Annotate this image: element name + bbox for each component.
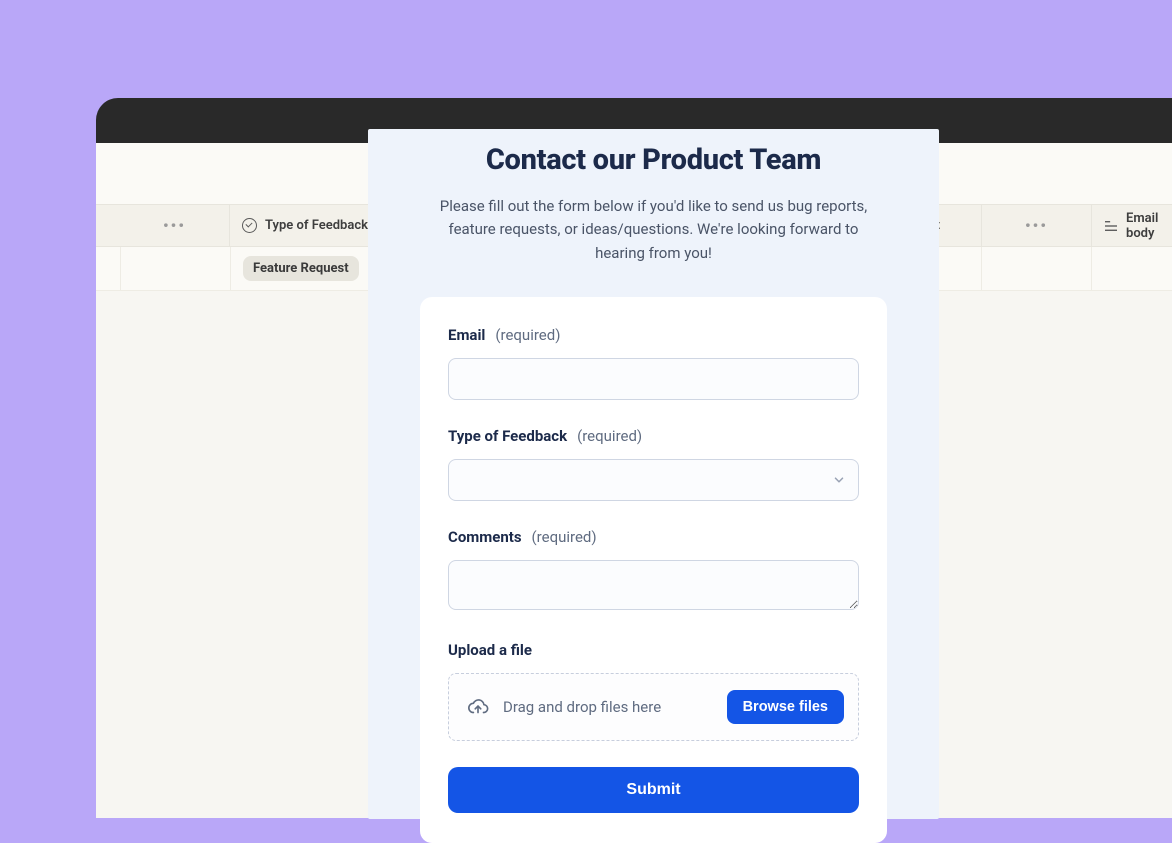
column-type-of-feedback[interactable]: Type of Feedback [230, 205, 388, 246]
form-description: Please fill out the form below if you'd … [420, 195, 887, 265]
upload-left: Drag and drop files here [467, 696, 661, 718]
column-label: Type of Feedback [265, 218, 368, 233]
upload-text: Drag and drop files here [503, 698, 661, 716]
comments-textarea[interactable] [448, 560, 859, 610]
submit-button[interactable]: Submit [448, 767, 859, 813]
dots-icon: ••• [163, 216, 186, 235]
type-select[interactable] [448, 459, 859, 501]
type-badge: Feature Request [243, 256, 359, 281]
field-required-hint: (required) [532, 528, 597, 546]
field-label: Type of Feedback [448, 427, 567, 445]
row-menu2-cell [982, 247, 1092, 290]
field-type-of-feedback: Type of Feedback (required) [448, 426, 859, 501]
stub-cell [96, 247, 121, 290]
form-card: Email (required) Type of Feedback (requi… [420, 297, 887, 843]
field-required-hint: (required) [495, 326, 560, 344]
chevron-down-icon [832, 473, 846, 487]
cloud-upload-icon [467, 696, 489, 718]
stub-cell [96, 205, 120, 246]
row-emailbody-cell [1092, 247, 1172, 290]
browse-files-button[interactable]: Browse files [727, 690, 844, 724]
field-label: Email [448, 326, 485, 344]
email-input[interactable] [448, 358, 859, 400]
column-label: Email body [1126, 211, 1172, 241]
upload-dropzone[interactable]: Drag and drop files here Browse files [448, 673, 859, 741]
text-lines-icon [1104, 220, 1118, 232]
column-menu[interactable]: ••• [120, 205, 230, 246]
dots-icon: ••• [1025, 216, 1048, 235]
field-label: Upload a file [448, 641, 532, 659]
field-email: Email (required) [448, 325, 859, 400]
row-type-cell: Feature Request [231, 247, 389, 290]
column-menu[interactable]: ••• [982, 205, 1092, 246]
field-upload: Upload a file Drag and drop files here B… [448, 640, 859, 741]
field-label: Comments [448, 528, 522, 546]
column-email-body[interactable]: Email body [1092, 205, 1172, 246]
form-title: Contact our Product Team [420, 143, 887, 177]
row-menu-cell [121, 247, 231, 290]
check-circle-icon [242, 218, 257, 233]
contact-form-panel: Contact our Product Team Please fill out… [368, 129, 939, 819]
field-comments: Comments (required) [448, 527, 859, 614]
field-required-hint: (required) [577, 427, 642, 445]
